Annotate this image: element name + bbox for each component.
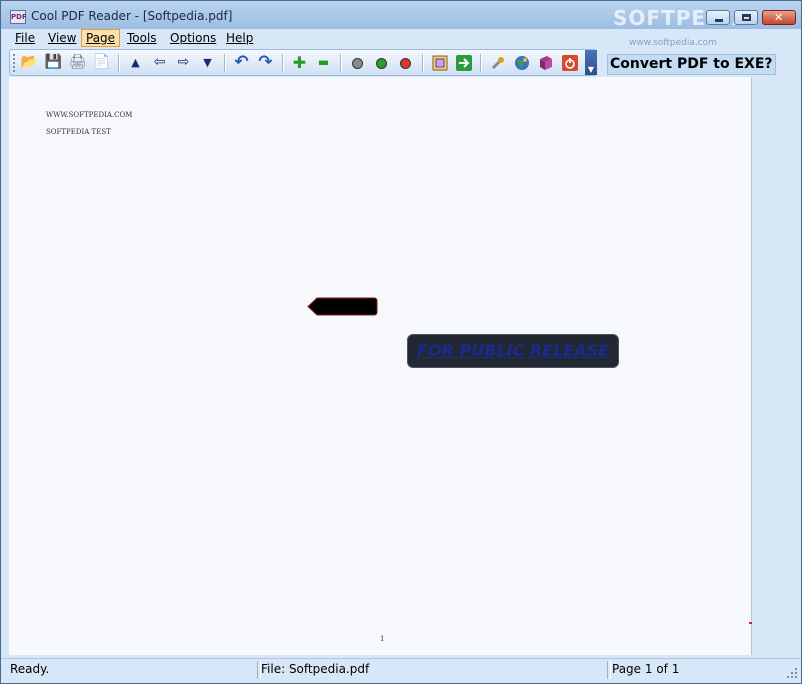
menu-file[interactable]: File	[11, 29, 39, 47]
print-icon: 🖨	[68, 54, 87, 70]
power-icon	[561, 55, 578, 71]
previous-page-icon: ⇦	[153, 54, 166, 70]
menu-help[interactable]: Help	[222, 29, 257, 47]
globe-icon	[514, 56, 529, 70]
arrow-shape-annotation	[307, 297, 378, 316]
save-icon: 💾	[44, 54, 63, 70]
stamp-text: FOR PUBLIC RELEASE	[416, 341, 609, 360]
rotate-right-button[interactable]: ↷	[256, 53, 275, 72]
page-text-url: WWW.SOFTPEDIA.COM	[46, 111, 133, 119]
status-bar: Ready. File: Softpedia.pdf Page 1 of 1	[1, 658, 801, 683]
toolbar-separator	[118, 54, 120, 72]
menu-page[interactable]: Page	[81, 29, 121, 47]
menu-view[interactable]: View	[44, 29, 80, 47]
zoom-out-icon: ▬	[317, 55, 330, 69]
open-icon: 📂	[20, 54, 39, 70]
chevron-down-icon: ▼	[587, 65, 595, 74]
resize-grip-icon[interactable]	[786, 667, 798, 679]
rotate-right-icon: ↷	[258, 52, 273, 72]
menu-options[interactable]: Options	[166, 29, 220, 47]
app-window: PDF Cool PDF Reader - [Softpedia.pdf] SO…	[0, 0, 802, 684]
save-button[interactable]: 💾	[44, 53, 63, 72]
gray-dot-icon	[352, 58, 363, 69]
page-footer-number: 1	[380, 635, 385, 643]
book-icon	[539, 56, 552, 70]
convert-pdf-to-exe-link[interactable]: Convert PDF to EXE?	[607, 54, 776, 75]
status-page: Page 1 of 1	[612, 662, 680, 676]
exit-button[interactable]	[560, 53, 579, 72]
menu-tools[interactable]: Tools	[123, 29, 161, 47]
toolbar-separator	[422, 54, 424, 72]
maximize-button[interactable]	[734, 10, 758, 25]
next-page-icon: ⇨	[177, 54, 190, 70]
go-to-page-button[interactable]	[454, 53, 473, 72]
zoom-in-button[interactable]: ✚	[290, 53, 309, 72]
settings-button[interactable]	[488, 53, 507, 72]
page-marker	[749, 622, 752, 624]
red-indicator-button[interactable]	[396, 53, 415, 72]
status-file: File: Softpedia.pdf	[261, 662, 370, 676]
toolbar-overflow-button[interactable]: ▼	[585, 50, 597, 75]
public-release-stamp: FOR PUBLIC RELEASE	[407, 334, 619, 368]
toolbar-separator	[282, 54, 284, 72]
title-bar[interactable]: PDF Cool PDF Reader - [Softpedia.pdf] SO…	[1, 1, 801, 30]
rotate-left-icon: ↶	[234, 52, 249, 72]
green-indicator-button[interactable]	[372, 53, 391, 72]
print-button[interactable]: 🖨	[68, 53, 87, 72]
page-text-title: SOFTPEDIA TEST	[46, 128, 111, 136]
fit-page-button[interactable]	[430, 53, 449, 72]
web-button[interactable]	[512, 53, 531, 72]
wrench-icon	[491, 57, 504, 70]
fit-page-icon	[432, 55, 447, 71]
main-toolbar: 📂 💾 🖨 📄 ▲ ⇦ ⇨ ▼ ↶ ↷ ✚ ▬ ▼	[9, 49, 597, 76]
status-separator	[607, 661, 611, 679]
zoom-out-button[interactable]: ▬	[314, 53, 333, 72]
maximize-icon	[742, 14, 751, 21]
pdf-page: WWW.SOFTPEDIA.COM SOFTPEDIA TEST FOR PUB…	[9, 77, 752, 655]
previous-page-button[interactable]: ⇦	[150, 53, 169, 72]
toolbar-grip[interactable]	[13, 54, 18, 72]
open-button[interactable]: 📂	[20, 53, 39, 72]
watermark-url: www.softpedia.com	[629, 38, 717, 48]
close-icon: ✕	[774, 11, 784, 24]
minimize-icon	[715, 19, 723, 22]
next-page-button[interactable]: ⇨	[174, 53, 193, 72]
go-arrow-icon	[455, 55, 472, 71]
rotate-left-button[interactable]: ↶	[232, 53, 251, 72]
window-title: Cool PDF Reader - [Softpedia.pdf]	[31, 9, 233, 23]
first-page-icon: ▲	[131, 56, 140, 69]
toolbar-separator	[480, 54, 482, 72]
last-page-button[interactable]: ▼	[198, 53, 217, 72]
copy-icon: 📄	[92, 54, 111, 70]
toolbar-separator	[224, 54, 226, 72]
red-dot-icon	[400, 58, 411, 69]
last-page-icon: ▼	[203, 56, 212, 69]
minimize-button[interactable]	[706, 10, 730, 25]
help-book-button[interactable]	[536, 53, 555, 72]
green-dot-icon	[376, 58, 387, 69]
gray-indicator-button[interactable]	[348, 53, 367, 72]
first-page-button[interactable]: ▲	[126, 53, 145, 72]
toolbar-separator	[340, 54, 342, 72]
app-icon: PDF	[10, 10, 27, 24]
close-button[interactable]: ✕	[762, 10, 796, 25]
status-ready: Ready.	[10, 662, 50, 676]
copy-button[interactable]: 📄	[92, 53, 111, 72]
zoom-in-icon: ✚	[292, 53, 307, 72]
document-viewport[interactable]: WWW.SOFTPEDIA.COM SOFTPEDIA TEST FOR PUB…	[9, 77, 793, 657]
